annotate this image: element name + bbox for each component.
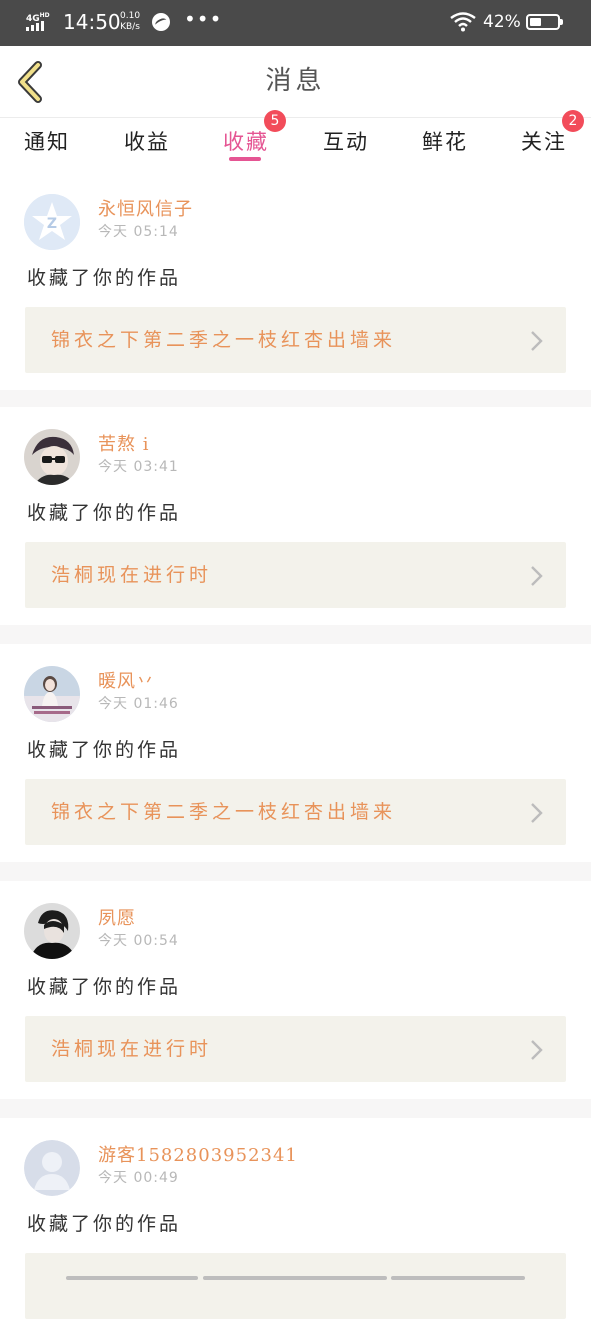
work-link[interactable]: 锦衣之下第二季之一枝红杏出墙来	[25, 779, 566, 845]
tab-interaction[interactable]: 互动	[323, 122, 369, 170]
message-card: 游客1582803952341 今天 00:49 收藏了你的作品	[0, 1118, 591, 1336]
timestamp: 今天 00:49	[98, 1170, 179, 1186]
work-title: 浩桐现在进行时	[51, 1038, 213, 1060]
avatar[interactable]	[24, 1140, 80, 1196]
work-title: 锦衣之下第二季之一枝红杏出墙来	[51, 329, 397, 351]
work-link[interactable]: 锦衣之下第二季之一枝红杏出墙来	[25, 307, 566, 373]
action-text: 收藏了你的作品	[27, 267, 182, 289]
user-photo-icon	[24, 429, 80, 485]
wifi-icon	[450, 12, 476, 32]
page-title: 消息	[265, 66, 326, 96]
timestamp: 今天 00:54	[98, 933, 179, 949]
svg-text:Z: Z	[47, 216, 57, 232]
message-card: Z 永恒风信子 今天 05:14 收藏了你的作品 锦衣之下第二季之一枝红杏出墙来	[0, 172, 591, 390]
qq-avatar-icon: Z	[24, 194, 80, 250]
user-photo-icon	[24, 903, 80, 959]
battery-icon	[526, 14, 563, 30]
work-title: 浩桐现在进行时	[51, 564, 213, 586]
tab-favorites[interactable]: 收藏	[223, 122, 269, 170]
tab-bar: 通知 收益 收藏 5 互动 鲜花 关注 2	[0, 110, 591, 172]
message-card: 暖风丷 今天 01:46 收藏了你的作品 锦衣之下第二季之一枝红杏出墙来	[0, 644, 591, 862]
message-card: 夙愿 今天 00:54 收藏了你的作品 浩桐现在进行时	[0, 881, 591, 1099]
action-text: 收藏了你的作品	[27, 502, 182, 524]
signal-icon: 4GHD	[26, 11, 54, 35]
speed-value: 0.10	[120, 11, 141, 21]
nav-bar: 消息	[0, 46, 591, 118]
chevron-right-icon	[531, 331, 543, 351]
user-name[interactable]: 游客1582803952341	[98, 1144, 298, 1168]
chevron-right-icon	[531, 1040, 543, 1060]
tab-notice[interactable]: 通知	[24, 122, 70, 170]
work-link[interactable]: 浩桐现在进行时	[25, 1016, 566, 1082]
chevron-right-icon	[531, 566, 543, 586]
avatar[interactable]	[24, 429, 80, 485]
user-name[interactable]: 暖风丷	[98, 670, 155, 694]
user-name[interactable]: 苦熬 i	[98, 433, 149, 457]
timestamp: 今天 01:46	[98, 696, 179, 712]
bottom-bar-hint	[66, 1276, 526, 1280]
work-title: 锦衣之下第二季之一枝红杏出墙来	[51, 801, 397, 823]
favorites-badge: 5	[264, 110, 286, 132]
work-link[interactable]: 浩桐现在进行时	[25, 542, 566, 608]
network-speed: 0.10 KB/s	[120, 11, 140, 33]
clock: 14:50	[63, 10, 121, 34]
timestamp: 今天 05:14	[98, 224, 179, 240]
follow-badge: 2	[562, 110, 584, 132]
action-text: 收藏了你的作品	[27, 1213, 182, 1235]
active-tab-indicator	[229, 157, 261, 161]
tab-follow[interactable]: 关注	[521, 122, 567, 170]
avatar[interactable]	[24, 903, 80, 959]
speed-unit: KB/s	[120, 22, 140, 32]
avatar[interactable]: Z	[24, 194, 80, 250]
message-card: 苦熬 i 今天 03:41 收藏了你的作品 浩桐现在进行时	[0, 407, 591, 625]
battery-percent: 42%	[483, 12, 521, 32]
more-notifications-icon: •••	[184, 7, 223, 31]
tab-earnings[interactable]: 收益	[124, 122, 170, 170]
user-name[interactable]: 夙愿	[98, 907, 136, 931]
work-link[interactable]	[25, 1253, 566, 1319]
action-text: 收藏了你的作品	[27, 976, 182, 998]
user-name[interactable]: 永恒风信子	[98, 198, 193, 222]
action-text: 收藏了你的作品	[27, 739, 182, 761]
app-notification-icon	[152, 13, 170, 31]
tab-flowers[interactable]: 鲜花	[422, 122, 468, 170]
default-user-icon	[24, 1140, 80, 1196]
timestamp: 今天 03:41	[98, 459, 179, 475]
user-photo-icon	[24, 666, 80, 722]
chevron-right-icon	[531, 803, 543, 823]
avatar[interactable]	[24, 666, 80, 722]
status-bar: 4GHD 14:50 0.10 KB/s ••• 42%	[0, 0, 591, 46]
network-sub: HD	[39, 12, 50, 19]
